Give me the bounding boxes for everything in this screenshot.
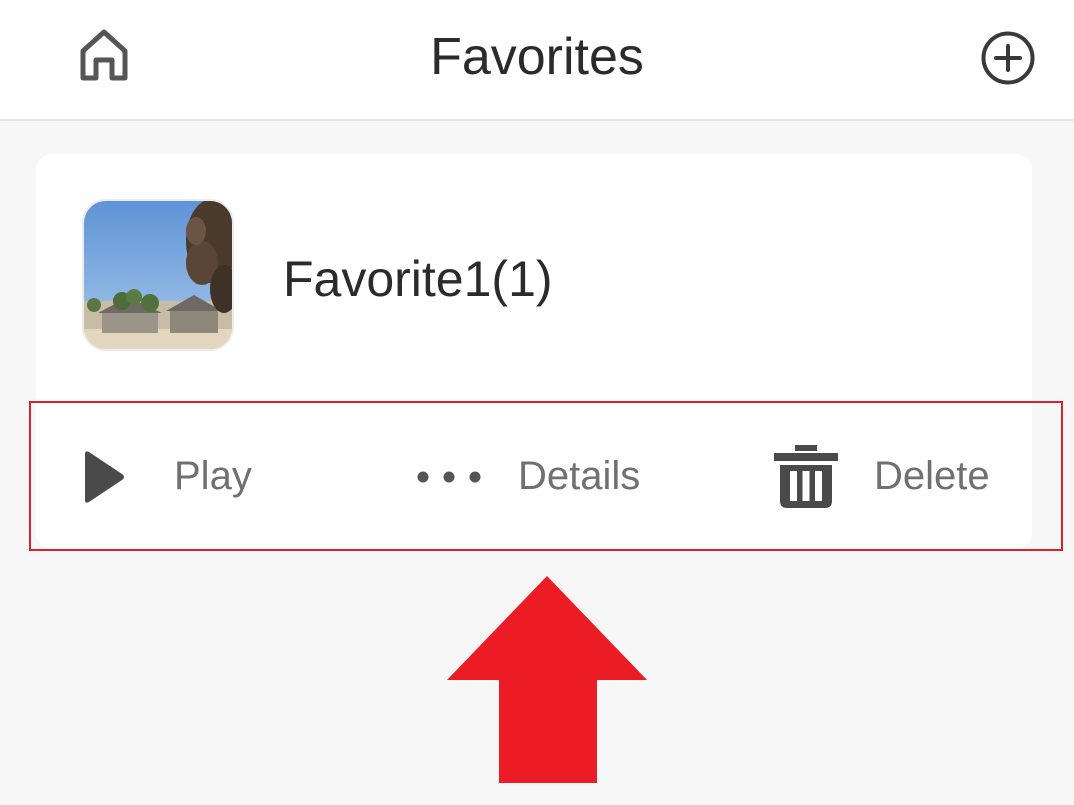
trash-icon	[774, 444, 838, 508]
play-button[interactable]: Play	[82, 404, 252, 549]
details-label: Details	[518, 454, 641, 498]
up-arrow-icon	[447, 576, 647, 783]
page-title: Favorites	[430, 28, 644, 86]
play-label: Play	[174, 454, 252, 498]
home-icon	[80, 29, 128, 81]
home-button[interactable]	[76, 27, 132, 83]
delete-label: Delete	[874, 454, 990, 498]
more-dots-icon	[417, 471, 481, 482]
favorite-thumbnail	[82, 199, 234, 351]
details-button[interactable]: Details	[416, 404, 640, 549]
favorite-name: Favorite1(1)	[283, 251, 553, 307]
scene-thumbnail	[84, 201, 232, 349]
add-favorite-button[interactable]	[978, 28, 1038, 88]
favorites-screen: Favorites Favorite1(1) Play Details Dele…	[0, 0, 1074, 805]
favorite-card[interactable]: Favorite1(1) Play Details Delete	[36, 154, 1032, 549]
play-icon	[85, 450, 124, 503]
delete-button[interactable]: Delete	[774, 404, 990, 549]
plus-circle-icon	[981, 31, 1035, 85]
favorite-actions: Play Details Delete	[36, 404, 1032, 549]
top-bar: Favorites	[0, 0, 1074, 121]
